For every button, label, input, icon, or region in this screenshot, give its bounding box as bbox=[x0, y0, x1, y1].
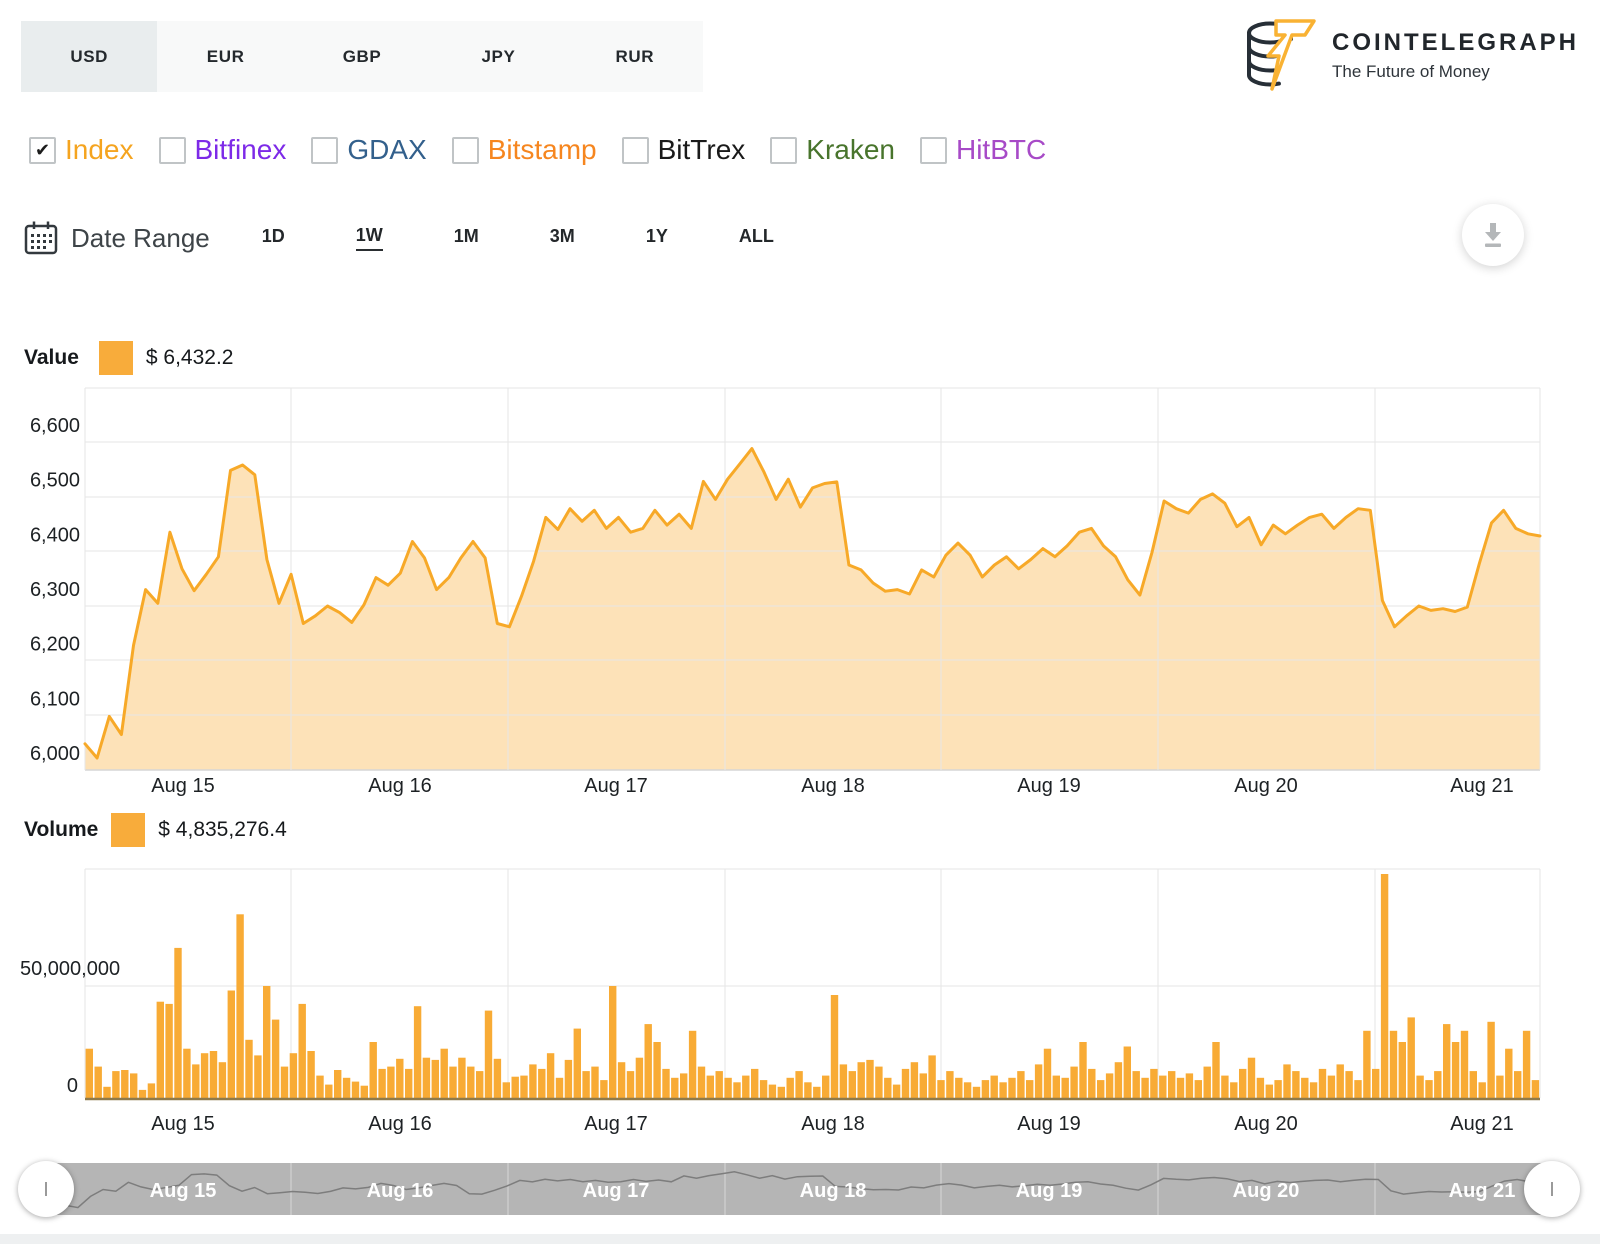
tab-gbp[interactable]: GBP bbox=[294, 21, 430, 92]
exchange-filter-row: ✔ Index Bitfinex GDAX Bitstamp BitTrex K… bbox=[29, 134, 1071, 166]
exchange-label: BitTrex bbox=[658, 134, 746, 166]
tab-usd[interactable]: USD bbox=[21, 21, 157, 92]
range-1d[interactable]: 1D bbox=[262, 226, 285, 250]
exchange-bittrex[interactable]: BitTrex bbox=[622, 134, 746, 166]
exchange-label: GDAX bbox=[347, 134, 426, 166]
date-range-options: 1D 1W 1M 3M 1Y ALL bbox=[262, 225, 845, 251]
tab-jpy[interactable]: JPY bbox=[430, 21, 566, 92]
range-1y[interactable]: 1Y bbox=[646, 226, 668, 250]
volume-legend-amount: $ 4,835,276.4 bbox=[158, 818, 286, 842]
axis-label: 6,200 bbox=[30, 634, 80, 656]
handle-grip bbox=[45, 1182, 47, 1196]
axis-label: Aug 15 bbox=[151, 775, 214, 797]
axis-label: Aug 16 bbox=[368, 775, 431, 797]
checkbox-bitfinex[interactable] bbox=[159, 137, 186, 164]
exchange-bitfinex[interactable]: Bitfinex bbox=[159, 134, 287, 166]
axis-label: Aug 19 bbox=[1017, 775, 1080, 797]
download-button[interactable] bbox=[1462, 204, 1524, 266]
tab-rur[interactable]: RUR bbox=[567, 21, 703, 92]
axis-label: 6,000 bbox=[30, 743, 80, 765]
exchange-label: HitBTC bbox=[956, 134, 1046, 166]
axis-label: Aug 18 bbox=[801, 1113, 864, 1135]
exchange-label: Bitfinex bbox=[195, 134, 287, 166]
value-chart: 6,600 6,500 6,400 6,300 6,200 6,100 6,000 Aug 1… bbox=[30, 388, 1540, 797]
value-line bbox=[85, 449, 1540, 758]
axis-label: Aug 21 bbox=[1450, 1113, 1513, 1135]
volume-chart: 50,000,000 0 Aug 15 Aug 16 Aug 17 Aug 18 Aug 1… bbox=[20, 869, 1540, 1135]
checkbox-bitstamp[interactable] bbox=[452, 137, 479, 164]
logo-title: COINTELEGRAPH bbox=[1332, 29, 1579, 57]
volume-legend-swatch bbox=[111, 813, 145, 847]
checkbox-bittrex[interactable] bbox=[622, 137, 649, 164]
date-range-row: Date Range 1D 1W 1M 3M 1Y ALL bbox=[24, 214, 845, 262]
axis-label: 0 bbox=[67, 1075, 78, 1097]
time-navigator-band[interactable] bbox=[40, 1163, 1555, 1215]
axis-label: Aug 17 bbox=[584, 775, 647, 797]
range-1m[interactable]: 1M bbox=[454, 226, 479, 250]
exchange-label: Bitstamp bbox=[488, 134, 597, 166]
value-legend: Value $ 6,432.2 bbox=[24, 341, 233, 375]
axis-label: Aug 20 bbox=[1234, 1113, 1297, 1135]
logo-text: COINTELEGRAPH The Future of Money bbox=[1332, 29, 1579, 82]
exchange-label: Kraken bbox=[806, 134, 895, 166]
volume-legend: Volume $ 4,835,276.4 bbox=[24, 813, 287, 847]
exchange-index[interactable]: ✔ Index bbox=[29, 134, 134, 166]
exchange-label: Index bbox=[65, 134, 134, 166]
axis-label: Aug 19 bbox=[1017, 1113, 1080, 1135]
axis-label: Aug 15 bbox=[151, 1113, 214, 1135]
axis-label: Aug 21 bbox=[1450, 775, 1513, 797]
calendar-icon bbox=[24, 220, 58, 256]
value-legend-swatch bbox=[99, 341, 133, 375]
exchange-gdax[interactable]: GDAX bbox=[311, 134, 426, 166]
value-area-fill bbox=[85, 449, 1540, 770]
tab-eur[interactable]: EUR bbox=[157, 21, 293, 92]
exchange-kraken[interactable]: Kraken bbox=[770, 134, 895, 166]
value-legend-title: Value bbox=[24, 346, 79, 370]
axis-label: 6,600 bbox=[30, 415, 80, 437]
currency-tabbar: USD EUR GBP JPY RUR bbox=[21, 21, 703, 92]
value-legend-amount: $ 6,432.2 bbox=[146, 346, 234, 370]
axis-label: Aug 18 bbox=[801, 775, 864, 797]
volume-bars bbox=[86, 874, 1540, 1098]
date-range-label: Date Range bbox=[71, 223, 210, 254]
axis-label: Aug 20 bbox=[1234, 775, 1297, 797]
range-all[interactable]: ALL bbox=[739, 226, 774, 250]
checkbox-gdax[interactable] bbox=[311, 137, 338, 164]
exchange-bitstamp[interactable]: Bitstamp bbox=[452, 134, 597, 166]
volume-legend-title: Volume bbox=[24, 818, 98, 842]
navigator-left-handle[interactable] bbox=[18, 1161, 74, 1217]
coin-lightning-icon bbox=[1240, 16, 1318, 94]
bottom-scrollbar-track[interactable] bbox=[0, 1234, 1600, 1244]
download-icon bbox=[1480, 222, 1506, 248]
axis-label: 6,300 bbox=[30, 579, 80, 601]
axis-label: 50,000,000 bbox=[20, 958, 120, 980]
navigator-right-handle[interactable] bbox=[1524, 1161, 1580, 1217]
axis-label: 6,400 bbox=[30, 524, 80, 546]
range-3m[interactable]: 3M bbox=[550, 226, 575, 250]
handle-grip bbox=[1551, 1182, 1553, 1196]
axis-label: Aug 16 bbox=[368, 1113, 431, 1135]
checkbox-hitbtc[interactable] bbox=[920, 137, 947, 164]
cointelegraph-logo: COINTELEGRAPH The Future of Money bbox=[1240, 16, 1579, 94]
charts-canvas: 6,600 6,500 6,400 6,300 6,200 6,100 6,000 Aug 1… bbox=[0, 0, 1600, 1244]
logo-tagline: The Future of Money bbox=[1332, 62, 1579, 82]
axis-label: Aug 17 bbox=[584, 1113, 647, 1135]
axis-label: 6,100 bbox=[30, 688, 80, 710]
axis-label: 6,500 bbox=[30, 470, 80, 492]
exchange-hitbtc[interactable]: HitBTC bbox=[920, 134, 1046, 166]
range-1w[interactable]: 1W bbox=[356, 225, 383, 251]
checkbox-kraken[interactable] bbox=[770, 137, 797, 164]
checkbox-index[interactable]: ✔ bbox=[29, 137, 56, 164]
